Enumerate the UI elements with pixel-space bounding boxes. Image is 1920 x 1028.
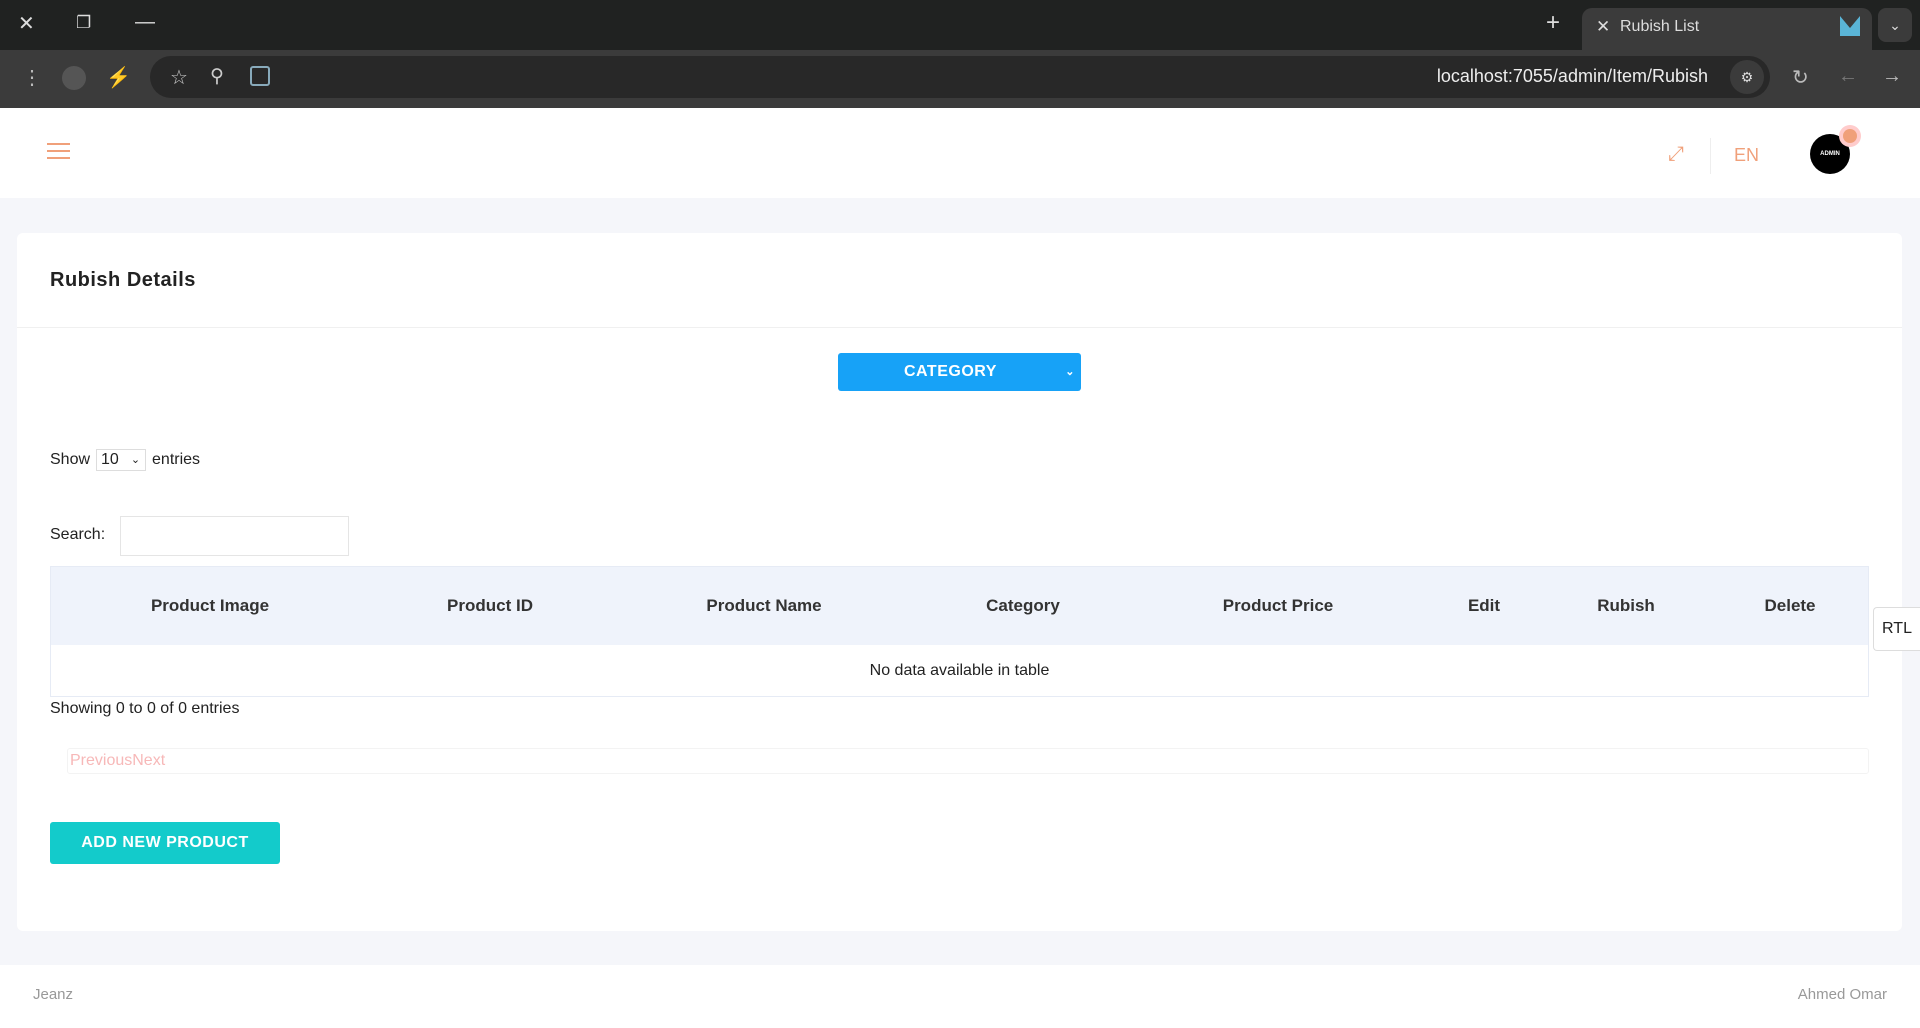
browser-toolbar: ⋮ ⚡ ☆ ⚲ localhost:7055/admin/Item/Rubish… [0,50,1920,108]
rubish-details-card: Rubish Details CATEGORY ⌄ Show 10 ⌄ entri… [17,233,1902,931]
language-selector[interactable]: EN [1734,145,1759,166]
browser-tab-bar: ✕ ❐ — + ✕ Rubish List ⌄ [0,0,1920,50]
address-bar[interactable]: ☆ ⚲ localhost:7055/admin/Item/Rubish ⚙ [150,56,1770,98]
app-header: ⤢ EN ADMIN [0,108,1920,198]
column-header-product-image[interactable]: Product Image [151,567,269,645]
site-settings-icon[interactable]: ⚙ [1730,60,1764,94]
search-label: Search: [50,526,106,543]
divider [17,327,1902,328]
page-title: Rubish Details [50,269,196,291]
tab-list-button[interactable]: ⌄ [1878,8,1912,42]
category-label: CATEGORY [904,363,997,380]
column-header-rubish[interactable]: Rubish [1597,567,1655,645]
column-header-edit[interactable]: Edit [1468,567,1500,645]
browser-tab[interactable]: ✕ Rubish List [1582,8,1872,50]
bookmark-star-icon[interactable]: ☆ [170,65,188,90]
close-tab-icon[interactable]: ✕ [1596,17,1610,37]
empty-table-message: No data available in table [869,662,1050,679]
entries-select[interactable]: 10 ⌄ [96,449,147,471]
table-header-row: Product Image Product ID Product Name Ca… [51,567,1868,645]
column-header-product-price[interactable]: Product Price [1223,567,1334,645]
products-table: Product Image Product ID Product Name Ca… [50,566,1869,697]
footer: Jeanz Ahmed Omar [0,965,1920,1028]
previous-button[interactable]: Previous [70,752,132,769]
category-dropdown[interactable]: CATEGORY ⌄ [838,353,1081,391]
zoom-icon[interactable]: ⚲ [210,65,224,88]
forward-icon[interactable]: → [1882,65,1902,88]
fullscreen-icon[interactable]: ⤢ [1668,143,1684,166]
entries-length: Show 10 ⌄ entries [50,449,200,471]
back-icon[interactable]: ← [1838,65,1858,88]
favicon-icon [1840,16,1860,36]
show-label: Show [50,451,91,468]
column-header-category[interactable]: Category [986,567,1060,645]
chevron-down-icon: ⌄ [1065,366,1075,378]
footer-brand: Jeanz [33,986,74,1003]
new-tab-icon[interactable]: + [1546,9,1560,37]
search-input[interactable] [120,516,349,556]
add-new-product-button[interactable]: ADD NEW PRODUCT [50,822,280,864]
chevron-down-icon: ⌄ [130,454,141,466]
profile-icon[interactable] [62,66,86,90]
footer-author: Ahmed Omar [1797,986,1887,1003]
avatar-label: ADMIN [1820,151,1840,157]
entries-label: entries [152,451,201,468]
pagination: PreviousNext [67,748,1869,774]
minimize-window-icon[interactable]: — [135,11,155,34]
restore-window-icon[interactable]: ❐ [76,13,91,33]
column-header-delete[interactable]: Delete [1764,567,1815,645]
translate-icon[interactable] [250,66,270,86]
column-header-product-name[interactable]: Product Name [706,567,821,645]
rtl-toggle[interactable]: RTL [1873,607,1920,651]
reload-icon[interactable]: ↻ [1792,65,1809,90]
tab-title: Rubish List [1620,18,1700,35]
divider [1710,138,1711,174]
url-text[interactable]: localhost:7055/admin/Item/Rubish [1437,66,1708,87]
extension-icon[interactable]: ⚡ [106,65,131,90]
notification-dot-icon [1843,129,1857,143]
menu-dots-icon[interactable]: ⋮ [22,65,42,90]
column-header-product-id[interactable]: Product ID [447,567,533,645]
entries-value: 10 [101,451,119,468]
table-info: Showing 0 to 0 of 0 entries [50,700,240,717]
hamburger-menu-icon[interactable] [47,143,70,159]
next-button[interactable]: Next [132,752,165,769]
close-window-icon[interactable]: ✕ [18,11,35,36]
